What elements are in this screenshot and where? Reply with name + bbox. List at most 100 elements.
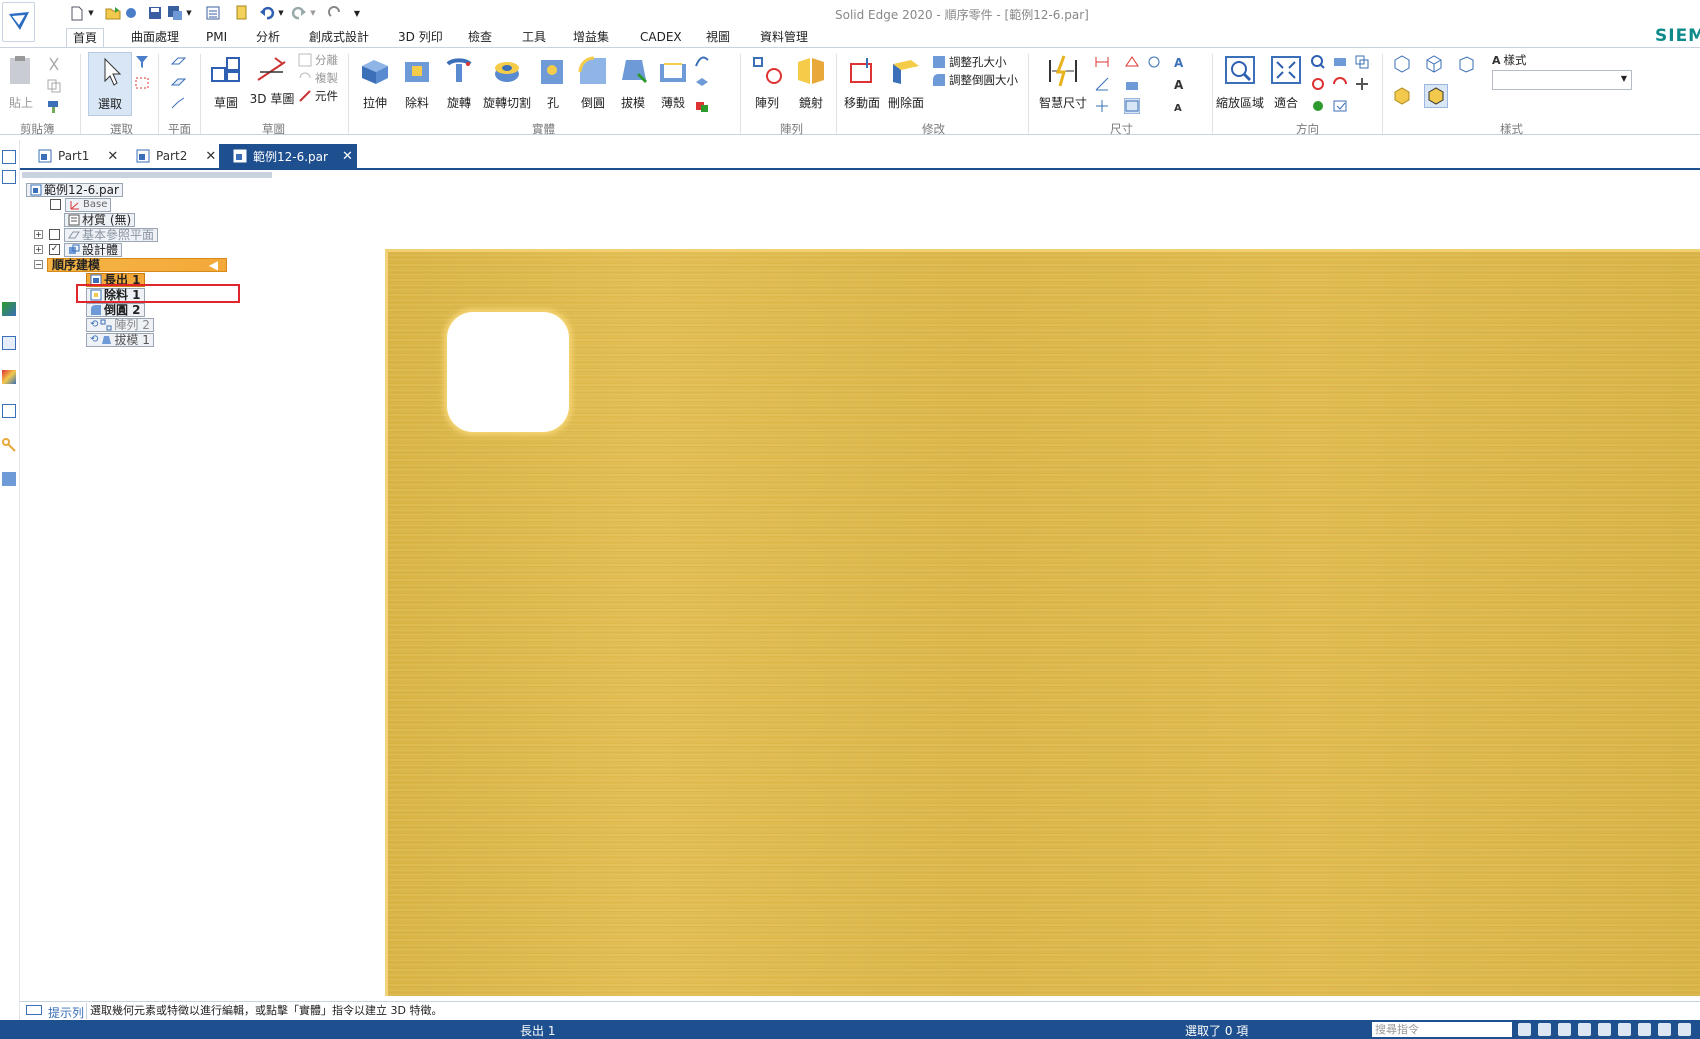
format-painter-icon[interactable] [46,98,62,114]
tree-item-material[interactable]: 材質 (無) [64,212,136,227]
select-box-icon[interactable] [134,75,150,91]
distance-between-icon[interactable] [1094,54,1110,70]
ribbon-tab-tools[interactable]: 工具 [516,28,552,47]
copy-sketch-button[interactable]: 複製 [298,70,338,86]
render-tab-icon[interactable] [2,370,16,384]
lock-dimension-icon[interactable] [1124,76,1140,92]
split-button[interactable]: 分離 [298,52,338,68]
text-a-down-icon[interactable]: A [1174,100,1190,116]
status-zoom-area-icon[interactable] [1538,1023,1551,1036]
library-tab-icon[interactable] [2,170,16,184]
open-file-icon[interactable] [104,4,122,22]
redo-dropdown-icon[interactable]: ▼ [308,4,318,22]
ref-planes-checkbox[interactable] [49,229,60,240]
tree-feature-round[interactable]: 倒圓 2 [86,302,145,317]
ribbon-tab-view[interactable]: 視圖 [700,28,736,47]
command-search-input[interactable]: 搜尋指令 [1372,1022,1512,1037]
round-button[interactable]: 倒圓 [574,52,612,116]
rollback-arrow-icon[interactable]: ◀ [209,258,218,272]
ribbon-tab-data-management[interactable]: 資料管理 [754,28,814,47]
status-pan-icon[interactable] [1598,1023,1611,1036]
tree-root[interactable]: 範例12-6.par [26,182,123,197]
close-tab-icon[interactable]: ✕ [107,149,118,164]
text-a-icon[interactable]: A [1174,56,1190,72]
pathfinder-tab-icon[interactable] [2,150,16,164]
mirror-button[interactable]: 鏡射 [792,52,830,116]
families-tab-icon[interactable] [2,404,16,418]
trimetric-view-icon[interactable] [1456,54,1476,74]
ribbon-tab-3dprint[interactable]: 3D 列印 [392,28,449,47]
base-checkbox[interactable] [50,199,61,210]
status-sketch-view-icon[interactable] [1638,1023,1651,1036]
look-at-face-icon[interactable] [1354,76,1370,92]
ribbon-tab-addins[interactable]: 增益集 [567,28,615,47]
zoom-icon[interactable] [1310,54,1326,70]
graphics-viewport[interactable] [385,249,1700,996]
parallel-plane-icon[interactable] [170,75,187,91]
ribbon-tab-cadex[interactable]: CADEX [634,28,688,47]
relations-icon[interactable] [1124,54,1140,70]
text-a-up-icon[interactable]: A [1174,78,1190,94]
ribbon-tab-inspect[interactable]: 檢查 [462,28,498,47]
dimetric-view-icon[interactable] [1424,54,1444,74]
expand-icon[interactable]: + [34,230,43,239]
paste-button[interactable]: 貼上 [6,52,36,116]
new-file-icon[interactable] [68,4,86,22]
design-body-checkbox[interactable]: ✓ [49,244,60,255]
named-views-icon[interactable] [1332,98,1348,114]
delete-face-button[interactable]: 刪除面 [886,52,926,116]
sketch-button[interactable]: 草圖 [206,52,246,116]
relation-handles-icon[interactable] [1146,54,1162,70]
feature-library-tab-icon[interactable] [2,472,16,486]
component-button[interactable]: 元件 [298,88,338,104]
application-button[interactable] [2,2,35,42]
sketch-view-icon[interactable] [1310,98,1326,114]
customize-qat-icon[interactable]: ▼ [352,4,362,22]
coordinate-dim-icon[interactable] [1094,98,1110,114]
add-body-icon[interactable] [694,98,710,114]
style-dropdown[interactable]: ▼ [1492,70,1632,90]
shaded-visible-edges-icon[interactable] [1424,84,1448,108]
loft-icon[interactable] [694,76,710,92]
move-face-button[interactable]: 移動面 [842,52,882,116]
layers-tab-icon[interactable] [2,302,16,316]
views-tab-icon[interactable] [2,336,16,350]
doc-tab-part1[interactable]: Part1 ✕ [38,144,138,168]
cut-feature-button[interactable]: 除料 [398,52,436,116]
view-copy-icon[interactable] [1354,54,1370,70]
revolve-button[interactable]: 旋轉 [440,52,478,116]
tree-item-design-body[interactable]: + ✓ 設計體 [34,242,123,257]
spin-about-icon[interactable] [1332,76,1348,92]
revolve-cut-button[interactable]: 旋轉切割 [480,52,534,116]
info-icon[interactable] [232,4,250,22]
close-tab-icon[interactable]: ✕ [342,149,353,164]
status-view-icon[interactable] [1658,1023,1671,1036]
tree-item-ref-planes[interactable]: + 基本參照平面 [34,227,159,242]
key-tab-icon[interactable] [2,438,16,452]
tree-feature-draft[interactable]: ⟲ 拔模 1 [86,332,154,347]
tree-feature-pattern[interactable]: ⟲ 陣列 2 [86,317,154,332]
ribbon-tab-surfacing[interactable]: 曲面處理 [125,28,185,47]
iso-view-icon[interactable] [1392,54,1412,74]
angle-between-icon[interactable] [1094,76,1110,92]
ribbon-tab-analysis[interactable]: 分析 [250,28,286,47]
coincident-plane-icon[interactable] [170,54,187,70]
hole-button[interactable]: 孔 [536,52,570,116]
collapse-icon[interactable]: − [34,260,43,269]
pattern-button[interactable]: 陣列 [748,52,786,116]
save-as-icon[interactable] [166,4,184,22]
select-filter-icon[interactable] [134,54,150,70]
save-dropdown-icon[interactable]: ▼ [184,4,194,22]
smart-dimension-button[interactable]: 智慧尺寸 [1036,52,1090,116]
save-icon[interactable] [146,4,164,22]
properties-icon[interactable] [204,4,222,22]
ordered-bar[interactable]: 順序建模 ◀ [47,257,227,272]
ribbon-tab-generative[interactable]: 創成式設計 [303,28,375,47]
tree-item-ordered[interactable]: − 順序建模 ◀ [34,257,227,272]
ribbon-tab-pmi[interactable]: PMI [200,28,233,47]
status-arrow-icon[interactable] [1518,1023,1531,1036]
sketch-3d-button[interactable]: 3D 草圖 [250,52,294,116]
dimension-display-icon[interactable] [1124,98,1140,114]
status-rotate-icon[interactable] [1618,1023,1631,1036]
redo-icon[interactable] [290,4,308,22]
